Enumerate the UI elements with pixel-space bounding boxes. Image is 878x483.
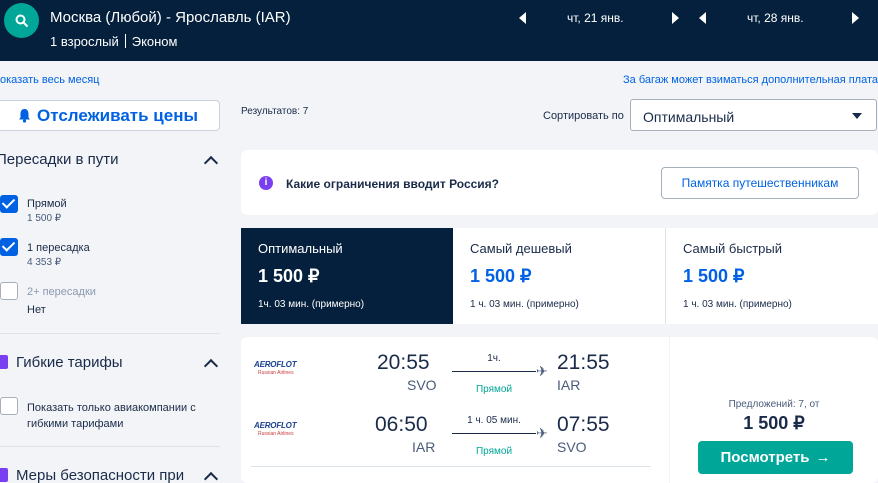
tab-price: 1 500 ₽ xyxy=(258,266,320,286)
travel-restrictions-text: Какие ограничения вводит Россия? xyxy=(286,177,499,191)
travel-restrictions-card: i Какие ограничения вводит Россия? Памят… xyxy=(241,150,878,215)
view-offer-label: Посмотреть xyxy=(720,449,810,466)
offers-count: Предложений: 7, от xyxy=(728,399,820,410)
stops-direct-checkbox[interactable] xyxy=(0,195,18,213)
inbound-departure-time: 06:50 xyxy=(375,413,428,436)
flex-fares-title[interactable]: Гибкие тарифы xyxy=(16,354,123,371)
stops-direct-price: 1 500 ₽ xyxy=(27,213,62,224)
stops-two-plus-checkbox[interactable] xyxy=(0,282,18,300)
outbound-route-line xyxy=(452,371,536,372)
airline-logo: AEROFLOT Russian Airlines xyxy=(254,360,306,380)
return-date[interactable]: чт, 28 янв. xyxy=(747,11,804,25)
show-month-link[interactable]: оказать весь месяц xyxy=(0,74,99,86)
view-offer-button[interactable]: Посмотреть → xyxy=(698,441,853,474)
flight-result-card[interactable]: AEROFLOT Russian Airlines 20:55 SVO 1ч. … xyxy=(241,337,669,483)
route-title[interactable]: Москва (Любой) - Ярославль (IAR) xyxy=(50,9,291,26)
plane-icon: ✈ xyxy=(536,363,548,379)
stops-filter-title[interactable]: Пересадки в пути xyxy=(0,151,119,168)
prev-depart-date-button[interactable] xyxy=(519,12,526,24)
traveler-memo-button[interactable]: Памятка путешественникам xyxy=(661,167,859,199)
search-icon xyxy=(15,14,28,27)
airline-name: AEROFLOT xyxy=(254,421,297,430)
tab-title: Самый быстрый xyxy=(683,241,782,256)
outbound-arrival-time: 21:55 xyxy=(557,351,610,374)
sort-tabs: Оптимальный 1 500 ₽ 1ч. 03 мин. (примерн… xyxy=(241,228,878,324)
tab-title: Оптимальный xyxy=(258,241,343,256)
inbound-route-line xyxy=(452,433,536,434)
airline-name: AEROFLOT xyxy=(254,360,297,369)
tab-price: 1 500 ₽ xyxy=(470,266,532,286)
inbound-arrival-time: 07:55 xyxy=(557,413,610,436)
flex-fares-option-line2: гибкими тарифами xyxy=(27,418,124,430)
baggage-fee-link[interactable]: За багаж может взиматься дополнительная … xyxy=(623,74,878,86)
tab-cheapest[interactable]: Самый дешевый 1 500 ₽ 1 ч. 03 мин. (прим… xyxy=(453,228,665,324)
flex-fares-option-line1: Показать только авиакомпании с xyxy=(27,402,196,414)
sort-value: Оптимальный xyxy=(643,109,735,125)
chevron-up-icon[interactable] xyxy=(203,358,219,374)
outbound-stops: Прямой xyxy=(475,384,513,395)
track-prices-button[interactable]: Отслеживать цены xyxy=(0,100,220,131)
depart-date[interactable]: чт, 21 янв. xyxy=(567,11,624,25)
flex-fare-icon xyxy=(0,355,8,369)
inbound-stops: Прямой xyxy=(475,446,513,457)
stops-two-plus-label: 2+ пересадки xyxy=(27,286,96,298)
tab-price: 1 500 ₽ xyxy=(683,266,745,286)
safety-icon xyxy=(0,468,8,482)
stops-direct-label: Прямой xyxy=(27,198,67,210)
divider xyxy=(0,333,220,334)
tab-duration: 1 ч. 03 мин. (примерно) xyxy=(470,299,579,310)
tab-optimal[interactable]: Оптимальный 1 500 ₽ 1ч. 03 мин. (примерн… xyxy=(241,228,453,324)
safety-title[interactable]: Меры безопасности при xyxy=(16,467,184,483)
stops-two-plus-price: Нет xyxy=(27,304,46,316)
chevron-up-icon[interactable] xyxy=(203,155,219,171)
stops-one-price: 4 353 ₽ xyxy=(27,257,62,268)
outbound-departure-time: 20:55 xyxy=(377,351,430,374)
next-depart-date-button[interactable] xyxy=(672,12,679,24)
outbound-arrival-airport: IAR xyxy=(557,377,581,393)
tab-duration: 1ч. 03 мин. (примерно) xyxy=(258,299,365,310)
flex-fares-checkbox[interactable] xyxy=(0,397,18,415)
airline-subtitle: Russian Airlines xyxy=(258,431,294,437)
sort-select[interactable]: Оптимальный xyxy=(630,99,877,131)
divider xyxy=(0,446,220,447)
offer-price: 1 500 ₽ xyxy=(743,413,805,433)
info-icon: i xyxy=(259,176,273,190)
stops-one-label: 1 пересадка xyxy=(27,242,90,254)
track-prices-label: Отслеживать цены xyxy=(37,105,198,125)
outbound-duration: 1ч. xyxy=(487,353,501,364)
offer-price-card: Предложений: 7, от 1 500 ₽ Посмотреть → xyxy=(670,337,878,483)
airline-subtitle: Russian Airlines xyxy=(258,370,294,376)
tab-duration: 1 ч. 03 мин. (примерно) xyxy=(683,299,792,310)
tab-fastest[interactable]: Самый быстрый 1 500 ₽ 1 ч. 03 мин. (прим… xyxy=(666,228,878,324)
prev-return-date-button[interactable] xyxy=(699,12,706,24)
arrow-right-icon: → xyxy=(815,449,831,466)
caret-down-icon xyxy=(852,113,862,119)
chevron-up-icon[interactable] xyxy=(203,471,219,483)
sort-label: Сортировать по xyxy=(543,110,624,122)
passengers-count: 1 взрослый xyxy=(50,34,119,49)
card-divider xyxy=(251,466,651,467)
passengers-cabin[interactable]: 1 взрослый Эконом xyxy=(50,34,177,49)
cabin-class: Эконом xyxy=(131,34,178,49)
bell-icon xyxy=(19,109,31,123)
separator xyxy=(124,34,126,48)
inbound-departure-airport: IAR xyxy=(412,439,436,455)
inbound-arrival-airport: SVO xyxy=(557,439,587,455)
stops-one-checkbox[interactable] xyxy=(0,238,18,256)
plane-icon: ✈ xyxy=(536,425,548,441)
next-return-date-button[interactable] xyxy=(852,12,859,24)
airline-logo: AEROFLOT Russian Airlines xyxy=(254,421,306,441)
inbound-duration: 1 ч. 05 мин. xyxy=(467,415,521,426)
tab-title: Самый дешевый xyxy=(470,241,572,256)
search-header: Москва (Любой) - Ярославль (IAR) 1 взрос… xyxy=(0,0,878,61)
results-count: Результатов: 7 xyxy=(241,106,309,117)
search-button[interactable] xyxy=(4,3,39,38)
outbound-departure-airport: SVO xyxy=(407,377,437,393)
